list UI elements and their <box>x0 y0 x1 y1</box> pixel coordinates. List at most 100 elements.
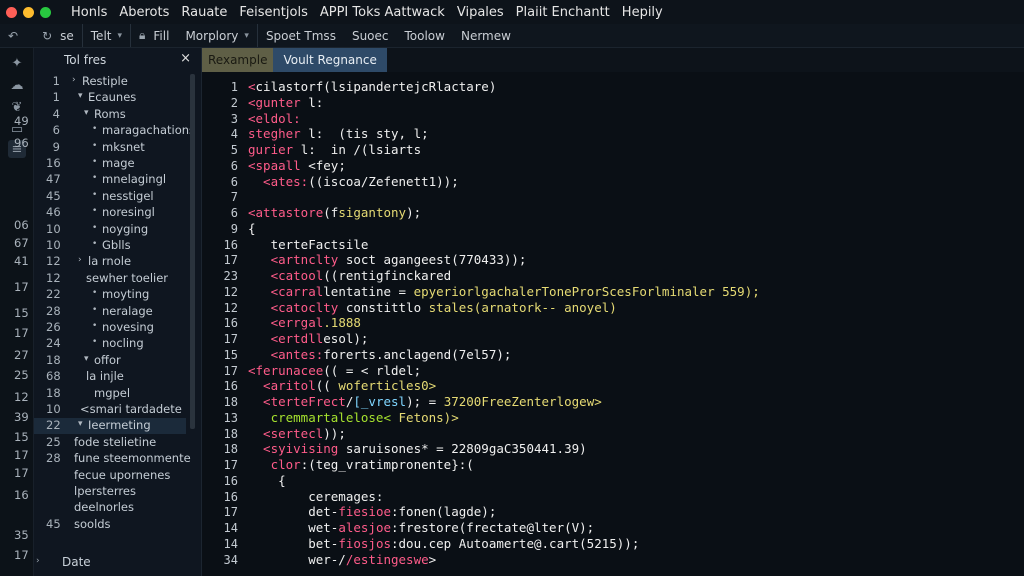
outer-line-number: 49 <box>14 114 29 128</box>
maximize-window-button[interactable] <box>40 6 51 18</box>
code-line: { <box>248 221 256 236</box>
code-token: <errgal <box>248 315 324 331</box>
tree-item-label: sewher toelier <box>86 270 169 285</box>
tree-item[interactable]: 18 ▾ offor <box>34 353 186 369</box>
tree-item[interactable]: 22 • moyting <box>34 287 186 303</box>
close-window-button[interactable] <box>6 6 17 18</box>
code-line: <carrallentatine = epyeriorlgachalerTone… <box>248 284 760 299</box>
tree-item[interactable]: 10 <smari tardadete <box>34 402 186 418</box>
tree-item[interactable]: 6 • maragachations <box>34 123 195 139</box>
tree-item[interactable]: 45 soolds <box>34 517 186 533</box>
toolbar-item[interactable]: ↻ se <box>34 24 83 47</box>
editor-line-number: 16 <box>223 473 238 488</box>
code-line: <spaall <fey; <box>248 158 346 173</box>
code-line: gurier l: in /(lsiarts <box>248 142 421 157</box>
tree-item-label: la rnole <box>88 254 132 269</box>
tree-item[interactable]: 12 sewher toelier <box>34 271 186 287</box>
code-line: <cilastorf(lsipandertejcRlactare) <box>248 79 496 94</box>
tree-item[interactable]: deelnorles <box>34 500 186 516</box>
tree-item[interactable]: 22 ▾ Ieermeting <box>34 418 186 435</box>
toolbar-item[interactable]: Telt ▾ <box>83 24 132 47</box>
editor-line-number: 18 <box>223 395 238 409</box>
code-token: 37200FreeZenterlogew> <box>443 394 602 409</box>
explorer-header: Tol fres × <box>34 48 201 72</box>
code-line: cremmartalelose< Fetons)> <box>248 410 459 425</box>
toolbar-item[interactable]: Nermew <box>453 24 519 47</box>
code-token: forerts.anclagend(7el57); <box>323 346 512 362</box>
outer-line-number: 17 <box>14 548 29 562</box>
tree-item[interactable]: 1 ▾ Ecaunes <box>34 90 186 106</box>
chevron-right-icon: › <box>36 556 40 566</box>
toolbar-item[interactable]: Spoet Tmss <box>258 24 344 47</box>
tree-item[interactable]: 12 › la rnole <box>34 254 186 270</box>
tree-item[interactable]: 24 • nocling <box>34 336 186 352</box>
tree-item[interactable]: 68 la injle <box>34 369 186 385</box>
tree-item[interactable]: fecue upornenes <box>34 468 186 484</box>
explorer-footer[interactable]: › Date <box>34 554 202 572</box>
editor-line-number: 12 <box>223 300 238 315</box>
tree-item[interactable]: 10 • noyging <box>34 222 186 238</box>
tab-regnance[interactable]: Voult Regnance <box>273 48 387 72</box>
tree-item[interactable]: 26 • novesing <box>34 320 186 336</box>
toolbar-item[interactable]: ↶ <box>0 24 34 47</box>
code-token: constittlo <box>345 299 429 315</box>
code-token: sigantony <box>338 205 407 220</box>
menu-item[interactable]: Plaiit Enchantt <box>510 5 616 20</box>
code-token: stales(arnatork-- anoyel) <box>428 299 617 315</box>
explorer-panel: Tol fres × 1 › Restiple 1 ▾ Ecaunes 4 ▾ Roms 6 • ma… <box>34 48 202 576</box>
tree-item[interactable]: 46 • noresingl <box>34 205 186 221</box>
tree-item[interactable]: 1 › Restiple <box>34 74 186 90</box>
tree-item[interactable]: 47 • mnelagingl <box>34 172 186 188</box>
tree-line-number: 68 <box>46 369 61 384</box>
menu-item[interactable]: APPI Toks Aattwack <box>314 5 451 20</box>
tree-item-label: soolds <box>74 516 111 531</box>
code-token: fiesioe <box>338 504 391 520</box>
code-line: ceremages: <box>248 489 383 504</box>
toolbar-item[interactable]: Suoec <box>344 24 397 47</box>
menu-item[interactable]: Vipales <box>451 5 510 20</box>
tree-item[interactable]: 16 • mage <box>34 156 186 172</box>
menu-item[interactable]: Rauate <box>175 5 233 20</box>
tree-item[interactable]: 18 mgpel <box>34 386 186 402</box>
toolbar-label: Morplory <box>185 28 239 43</box>
tab-example[interactable]: Rexample <box>202 48 274 72</box>
tree-item[interactable]: 9 • mksnet <box>34 140 186 156</box>
tree-line-number: 1 <box>52 90 60 105</box>
tree-item[interactable]: 28 • neralage <box>34 304 186 320</box>
tree-item-label: mage <box>102 156 135 170</box>
toolbar-item[interactable]: 🔒︎ Fill <box>131 24 177 47</box>
toolbar-label: Spoet Tmss <box>265 28 336 43</box>
code-token: bet- <box>248 535 339 551</box>
tree-item[interactable]: 28 fune steemonmente <box>34 451 191 467</box>
code-editor[interactable]: 1 <cilastorf(lsipandertejcRlactare) 2 <gunt… <box>202 72 1024 576</box>
toolbar-item[interactable]: Morplory ▾ <box>177 24 258 47</box>
code-line: <aritol(( woferticles0> <box>248 378 436 393</box>
toolbar-item[interactable]: Toolow <box>397 24 453 47</box>
tree-item[interactable]: 45 • nesstigel <box>34 189 186 205</box>
code-token: .1888 <box>323 315 361 331</box>
tree-item[interactable]: 10 • Gblls <box>34 238 186 254</box>
menu-item[interactable]: Hepily <box>616 5 669 20</box>
tree-line-number: 22 <box>46 418 61 433</box>
tree-scrollbar[interactable] <box>190 74 195 429</box>
code-token: soct agangeest(770433)); <box>345 252 527 268</box>
editor-line-number: 4 <box>230 127 238 142</box>
tree-item[interactable]: lpersterres <box>34 484 186 500</box>
code-line: <catoclty constittlo stales(arnatork-- a… <box>248 300 617 315</box>
menu-item[interactable]: Honls <box>65 5 113 20</box>
bullet-icon: • <box>92 140 98 151</box>
tree-item[interactable]: 25 fode stelietine <box>34 435 186 451</box>
menu-item[interactable]: Aberots <box>113 5 175 20</box>
tree-item-label: Restiple <box>82 74 128 88</box>
menu-item[interactable]: Feisentjols <box>233 5 313 20</box>
minimize-window-button[interactable] <box>23 6 34 18</box>
editor-line-number: 14 <box>223 521 238 535</box>
tree-item[interactable]: 4 ▾ Roms <box>34 107 186 123</box>
close-icon[interactable]: × <box>180 51 191 66</box>
code-token: ((rentigfinckared <box>323 268 452 283</box>
tree-item-label: moyting <box>102 287 150 302</box>
code-token: <gunter <box>248 94 309 110</box>
editor-line-number: 16 <box>223 379 238 394</box>
tree-line-number: 45 <box>46 188 61 203</box>
code-token: fiosjos <box>338 535 391 551</box>
